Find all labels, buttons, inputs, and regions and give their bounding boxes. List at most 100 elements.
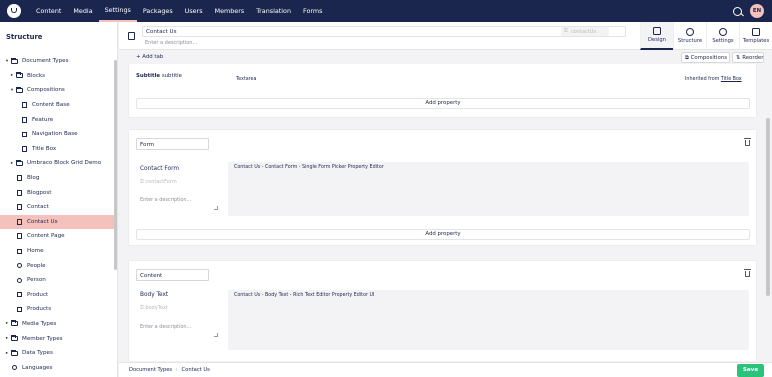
sidebar-item-label: Blocks	[27, 72, 46, 79]
breadcrumb-item[interactable]: Document Types	[129, 367, 172, 373]
save-button[interactable]: Save	[737, 364, 764, 377]
sidebar-item-label: Product	[27, 291, 49, 298]
property-name-input[interactable]: Body Text	[140, 292, 168, 298]
sidebar-scrollbar[interactable]	[114, 60, 117, 270]
document-type-name-input[interactable]: Contact Us	[142, 26, 626, 37]
gear-icon	[719, 28, 727, 36]
folder-icon	[16, 86, 23, 93]
search-icon[interactable]	[733, 6, 742, 16]
reorder-button[interactable]: ⇅ Reorder	[732, 52, 764, 63]
nav-icon	[21, 131, 28, 137]
breadcrumb-item[interactable]: Contact Us	[182, 367, 210, 373]
sidebar-item[interactable]: Content Base	[0, 98, 117, 113]
sidebar-item-label: Media Types	[22, 320, 57, 327]
sidebar-item-label: Content Page	[27, 233, 65, 240]
sidebar-item[interactable]: ▸ Data Types	[0, 346, 117, 361]
sidebar-item-label: Blog	[27, 175, 40, 182]
sidebar-item[interactable]: ▾ Document Types	[0, 54, 117, 69]
description-input[interactable]: Enter a description...	[145, 40, 197, 46]
sidebar-item[interactable]: Navigation Base	[0, 127, 117, 142]
sidebar-item[interactable]: Languages	[0, 360, 117, 375]
expand-arrow-icon[interactable]: ▸	[9, 73, 15, 78]
inherited-from-link[interactable]: Title Box	[721, 77, 742, 82]
sidebar-item[interactable]: Person	[0, 273, 117, 288]
section-nav: Content Media Settings Packages Users Me…	[30, 0, 328, 22]
property-alias-input[interactable]: bodyText	[140, 305, 167, 311]
view-tabs: Design Structure Settings Templates	[640, 22, 772, 50]
tab-label: Settings	[712, 38, 734, 44]
property-description-input[interactable]: Enter a description...	[140, 324, 218, 337]
sidebar-item[interactable]: Contact Us	[0, 214, 117, 230]
expand-arrow-icon[interactable]: ▾	[4, 59, 10, 64]
sidebar-item[interactable]: Blogpost	[0, 185, 117, 200]
sidebar-item[interactable]: Content Page	[0, 229, 117, 244]
sidebar-item-label: People	[27, 262, 46, 269]
sidebar-item[interactable]: ▾ Compositions	[0, 83, 117, 98]
expand-arrow-icon[interactable]: ▸	[4, 336, 10, 341]
templates-icon	[752, 28, 760, 36]
sidebar-item[interactable]: People	[0, 258, 117, 273]
add-property-button[interactable]: Add property	[136, 229, 750, 240]
tab-settings[interactable]: Settings	[706, 22, 739, 50]
sidebar-item-label: Products	[27, 306, 52, 313]
trash-icon[interactable]	[744, 138, 751, 146]
user-avatar[interactable]: EN	[750, 4, 764, 18]
expand-arrow-icon[interactable]: ▸	[4, 321, 10, 326]
sidebar-item-label: Blogpost	[27, 189, 52, 196]
group-name-input[interactable]: Content	[136, 269, 209, 281]
sidebar-item[interactable]: Home	[0, 244, 117, 259]
document-icon	[16, 175, 23, 182]
document-icon	[16, 218, 23, 225]
property-editor-type: Textarea	[236, 77, 257, 82]
sidebar-item[interactable]: ▸ Media Types	[0, 317, 117, 332]
sidebar-item[interactable]: ▸ Umbraco Block Grid Demo	[0, 156, 117, 171]
property-name-input[interactable]: Contact Form	[140, 166, 179, 172]
nav-forms[interactable]: Forms	[297, 0, 328, 22]
document-icon	[21, 145, 28, 152]
alias-field[interactable]: contactUs	[561, 27, 609, 36]
sidebar-title: Structure	[6, 33, 43, 41]
design-toolbar: + Add tab ⧉ Compositions ⇅ Reorder	[119, 50, 772, 64]
sidebar-item[interactable]: Products	[0, 302, 117, 317]
property-editor-preview[interactable]: Contact Us - Contact Form - Single Form …	[228, 162, 749, 216]
expand-arrow-icon[interactable]: ▸	[9, 161, 15, 166]
add-tab-button[interactable]: + Add tab	[136, 54, 163, 60]
tab-design[interactable]: Design	[640, 22, 673, 50]
nav-content[interactable]: Content	[30, 0, 67, 22]
pen-icon	[21, 116, 28, 123]
inherited-from-label: Inherited from Title Box	[685, 77, 742, 82]
group-name-input[interactable]: Form	[136, 138, 209, 150]
sidebar-item[interactable]: Product	[0, 288, 117, 303]
inherited-prefix: Inherited from	[685, 77, 720, 82]
nav-members[interactable]: Members	[209, 0, 251, 22]
nav-settings[interactable]: Settings	[98, 0, 137, 22]
compositions-button[interactable]: ⧉ Compositions	[681, 52, 730, 63]
property-alias-input[interactable]: contactForm	[140, 179, 176, 185]
add-property-button[interactable]: Add property	[136, 98, 750, 109]
trash-icon[interactable]	[744, 269, 751, 277]
sidebar-item-label: Home	[27, 248, 44, 255]
property-editor-preview[interactable]: Contact Us - Body Text - Rich Text Edito…	[228, 290, 749, 350]
sidebar-item[interactable]: Title Box	[0, 142, 117, 157]
sidebar-item[interactable]: Feature	[0, 112, 117, 127]
folder-icon	[11, 349, 18, 356]
property-subtitle[interactable]: Subtitle subtitle	[136, 73, 182, 79]
sidebar-item[interactable]: Blog	[0, 171, 117, 186]
property-description-input[interactable]: Enter a description...	[140, 197, 218, 210]
document-type-icon[interactable]	[128, 32, 135, 40]
nav-packages[interactable]: Packages	[137, 0, 179, 22]
umbraco-logo-icon[interactable]	[7, 4, 21, 18]
sidebar-item[interactable]: Contact	[0, 200, 117, 215]
expand-arrow-icon[interactable]: ▾	[9, 88, 15, 93]
nav-media[interactable]: Media	[67, 0, 98, 22]
tab-structure[interactable]: Structure	[673, 22, 706, 50]
design-canvas: Subtitle subtitle Textarea Inherited fro…	[119, 64, 765, 361]
sidebar-item[interactable]: ▸ Blocks	[0, 69, 117, 84]
main-scrollbar[interactable]	[766, 118, 770, 296]
globe-icon	[11, 365, 18, 371]
nav-users[interactable]: Users	[179, 0, 209, 22]
sidebar-item[interactable]: ▸ Member Types	[0, 331, 117, 346]
tab-templates[interactable]: Templates	[739, 22, 772, 50]
expand-arrow-icon[interactable]: ▸	[4, 351, 10, 356]
nav-translation[interactable]: Translation	[250, 0, 297, 22]
